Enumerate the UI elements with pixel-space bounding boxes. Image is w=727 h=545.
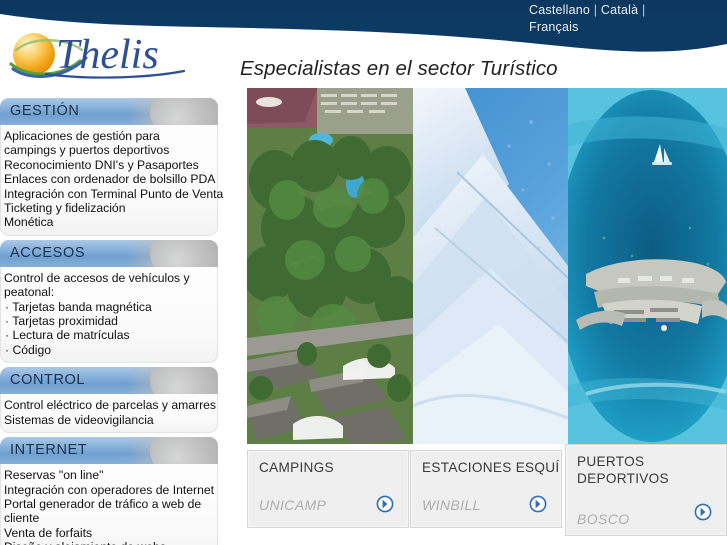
sidebar-item[interactable]: · Lectura de matrículas xyxy=(3,328,213,342)
ski-photo-art xyxy=(413,88,568,444)
page-root: Castellano | Català | Français Thelis Es… xyxy=(0,0,727,545)
sidebar-item[interactable]: Diseño y alojamiento de webs xyxy=(3,540,213,545)
language-switcher[interactable]: Castellano | Català | Français xyxy=(529,2,679,36)
camping-aerial-photo xyxy=(247,88,413,444)
product-card-estaciones-esqui[interactable]: ESTACIONES ESQUÍ WINBILL xyxy=(410,450,562,528)
card-product-name: UNICAMP xyxy=(259,497,327,513)
language-link-castellano[interactable]: Castellano xyxy=(529,3,590,17)
sidebar-item[interactable]: Aplicaciones de gestión para campings y … xyxy=(3,129,213,158)
sidebar-panel-title: ACCESOS xyxy=(10,244,86,261)
product-card-campings[interactable]: CAMPINGS UNICAMP xyxy=(247,450,409,528)
card-title-line2: DEPORTIVOS xyxy=(577,471,669,486)
product-card-puertos-deportivos[interactable]: PUERTOS DEPORTIVOS BOSCO xyxy=(565,444,727,536)
sidebar-item-list: Control eléctrico de parcelas y amarres S… xyxy=(3,398,216,427)
arrow-right-circle-icon[interactable] xyxy=(694,503,712,521)
sidebar: GESTIÓN Aplicaciones de gestión para camp… xyxy=(0,98,223,545)
arrow-right-circle-icon[interactable] xyxy=(529,495,547,513)
card-title: CAMPINGS xyxy=(259,460,334,475)
sidebar-item[interactable]: Reservas "on line" xyxy=(3,468,213,482)
card-title: ESTACIONES ESQUÍ xyxy=(422,460,560,475)
sidebar-panel-control: CONTROL Control eléctrico de parcelas y a… xyxy=(0,367,218,434)
sidebar-item[interactable]: Ticketing y fidelización xyxy=(3,201,213,215)
sidebar-item[interactable]: Monética xyxy=(3,215,213,229)
ski-slope-photo xyxy=(413,88,568,444)
sidebar-item[interactable]: · Tarjetas proximidad xyxy=(3,314,213,328)
language-separator-1: | xyxy=(593,3,598,17)
sidebar-item[interactable]: Reconocimiento DNI's y Pasaportes xyxy=(3,158,213,172)
card-title: PUERTOS DEPORTIVOS xyxy=(577,453,669,487)
sidebar-panel-body: Control de accesos de vehículos y peaton… xyxy=(0,266,218,364)
hero-photo-strip xyxy=(247,88,727,444)
thelis-logo[interactable]: Thelis xyxy=(8,28,223,84)
sidebar-item[interactable]: Enlaces con ordenador de bolsillo PDA xyxy=(3,172,215,186)
sidebar-panel-header[interactable]: ACCESOS xyxy=(0,239,218,267)
arrow-right-circle-icon[interactable] xyxy=(376,495,394,513)
sidebar-panel-title: CONTROL xyxy=(10,372,86,389)
sidebar-item-list: Control de accesos de vehículos y peaton… xyxy=(3,271,213,357)
sidebar-panel-body: Aplicaciones de gestión para campings y … xyxy=(0,125,223,236)
sidebar-panel-title: INTERNET xyxy=(10,442,88,459)
sidebar-item[interactable]: Portal generador de tráfico a web de cli… xyxy=(3,497,213,526)
card-title-line1: PUERTOS xyxy=(577,454,645,469)
card-product-name: BOSCO xyxy=(577,511,630,527)
sidebar-panel-accesos: ACCESOS Control de accesos de vehículos y… xyxy=(0,239,218,364)
sidebar-item[interactable]: Control eléctrico de parcelas y amarres xyxy=(3,398,216,412)
language-link-francais[interactable]: Français xyxy=(529,20,579,34)
sidebar-item[interactable]: Integración con operadores de Internet xyxy=(3,483,214,497)
sidebar-item[interactable]: · Tarjetas banda magnética xyxy=(3,300,213,314)
sidebar-panel-header[interactable]: INTERNET xyxy=(0,437,218,465)
sidebar-item[interactable]: Venta de forfaits xyxy=(3,526,213,540)
marina-photo-art xyxy=(568,88,727,444)
language-separator-2: | xyxy=(641,3,646,17)
sidebar-panel-body: Control eléctrico de parcelas y amarres S… xyxy=(0,394,218,434)
sidebar-panel-body: Reservas "on line" Integración con operad… xyxy=(0,464,218,545)
sidebar-panel-gestin: GESTIÓN Aplicaciones de gestión para camp… xyxy=(0,98,223,236)
sidebar-item[interactable]: · Código xyxy=(3,343,213,357)
language-link-catala[interactable]: Català xyxy=(601,3,638,17)
page-tagline: Especialistas en el sector Turístico xyxy=(240,57,558,80)
sidebar-item-list: Aplicaciones de gestión para campings y … xyxy=(3,129,223,230)
sidebar-item[interactable]: Integración con Terminal Punto de Venta xyxy=(3,187,223,201)
sidebar-panel-internet: INTERNET Reservas "on line" Integración co… xyxy=(0,437,218,545)
camping-photo-art xyxy=(247,88,413,444)
sidebar-item-list: Reservas "on line" Integración con operad… xyxy=(3,468,214,545)
sidebar-item[interactable]: Control de accesos de vehículos y peaton… xyxy=(3,271,213,300)
sidebar-item[interactable]: Sistemas de videovigilancia xyxy=(3,413,213,427)
logo-wordmark: Thelis xyxy=(56,32,159,78)
card-product-name: WINBILL xyxy=(422,497,481,513)
logo-artwork: Thelis xyxy=(9,32,186,79)
sidebar-panel-title: GESTIÓN xyxy=(10,103,80,119)
marina-aerial-photo xyxy=(568,88,727,444)
sidebar-panel-header[interactable]: GESTIÓN xyxy=(0,98,218,125)
sidebar-panel-header[interactable]: CONTROL xyxy=(0,367,218,395)
